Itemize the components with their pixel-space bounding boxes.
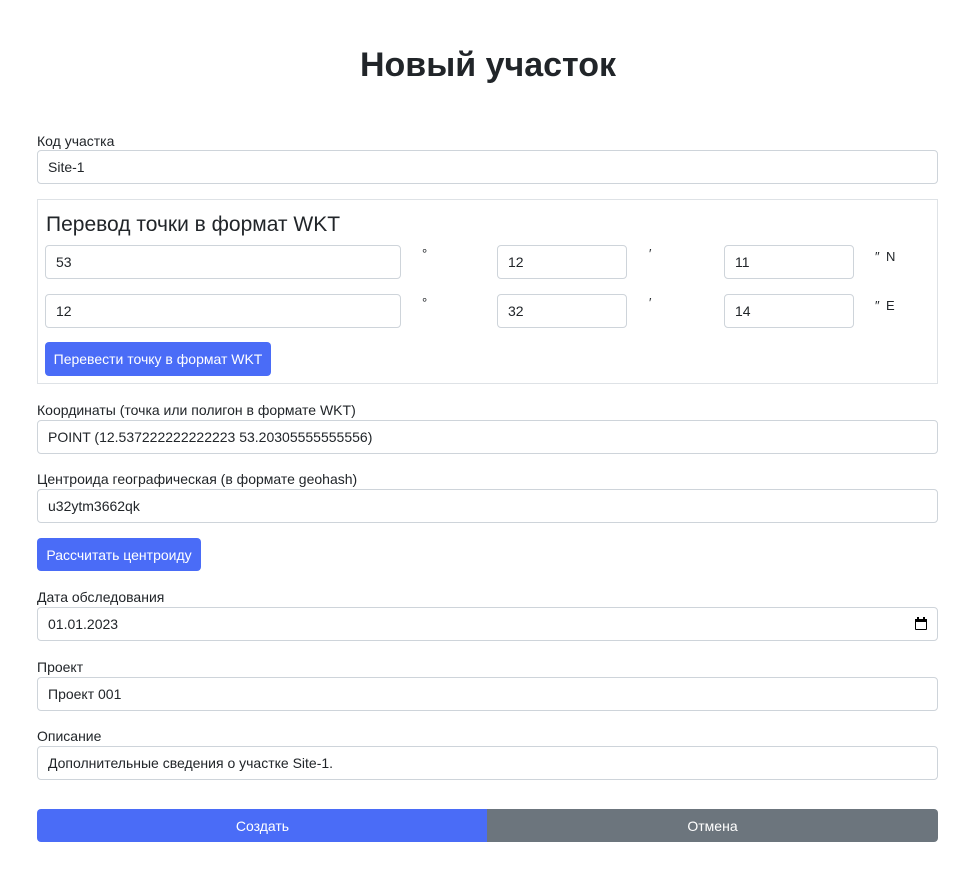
page-title: Новый участок bbox=[359, 46, 617, 84]
lat-hemisphere: N bbox=[886, 249, 896, 264]
centroid-input[interactable] bbox=[37, 489, 938, 523]
lat-degree-symbol: ° bbox=[422, 246, 428, 261]
lat-minutes-input[interactable] bbox=[497, 245, 627, 279]
lon-degrees-input[interactable] bbox=[45, 294, 401, 328]
survey-date-input[interactable]: 01.01.2023 bbox=[37, 607, 938, 641]
lon-minute-symbol: ′ bbox=[649, 295, 652, 310]
calendar-icon[interactable] bbox=[915, 617, 927, 630]
project-input[interactable] bbox=[37, 677, 938, 711]
lon-degree-symbol: ° bbox=[422, 295, 428, 310]
coordinates-label: Координаты (точка или полигон в формате … bbox=[37, 402, 356, 418]
create-button[interactable]: Создать bbox=[37, 809, 488, 842]
cancel-button[interactable]: Отмена bbox=[487, 809, 938, 842]
lat-degrees-input[interactable] bbox=[45, 245, 401, 279]
convert-to-wkt-button[interactable]: Перевести точку в формат WKT bbox=[45, 342, 271, 376]
lon-second-symbol: ″ bbox=[875, 298, 880, 313]
lon-seconds-input[interactable] bbox=[724, 294, 854, 328]
description-input[interactable] bbox=[37, 746, 938, 780]
wkt-converter-panel: Перевод точки в формат WKT ° ′ ″ N ° ′ ″… bbox=[37, 199, 938, 384]
calculate-centroid-button[interactable]: Рассчитать центроиду bbox=[37, 538, 201, 571]
site-code-input[interactable] bbox=[37, 150, 938, 184]
wkt-converter-title: Перевод точки в формат WKT bbox=[46, 213, 341, 236]
lat-seconds-input[interactable] bbox=[724, 245, 854, 279]
coordinates-input[interactable] bbox=[37, 420, 938, 454]
lon-hemisphere: E bbox=[886, 298, 895, 313]
lat-second-symbol: ″ bbox=[875, 249, 880, 264]
site-code-label: Код участка bbox=[37, 133, 115, 149]
centroid-label: Центроида географическая (в формате geoh… bbox=[37, 471, 358, 487]
survey-date-label: Дата обследования bbox=[37, 589, 165, 605]
project-label: Проект bbox=[37, 659, 84, 675]
description-label: Описание bbox=[37, 728, 102, 744]
lon-minutes-input[interactable] bbox=[497, 294, 627, 328]
lat-minute-symbol: ′ bbox=[649, 246, 652, 261]
survey-date-value: 01.01.2023 bbox=[48, 616, 119, 632]
